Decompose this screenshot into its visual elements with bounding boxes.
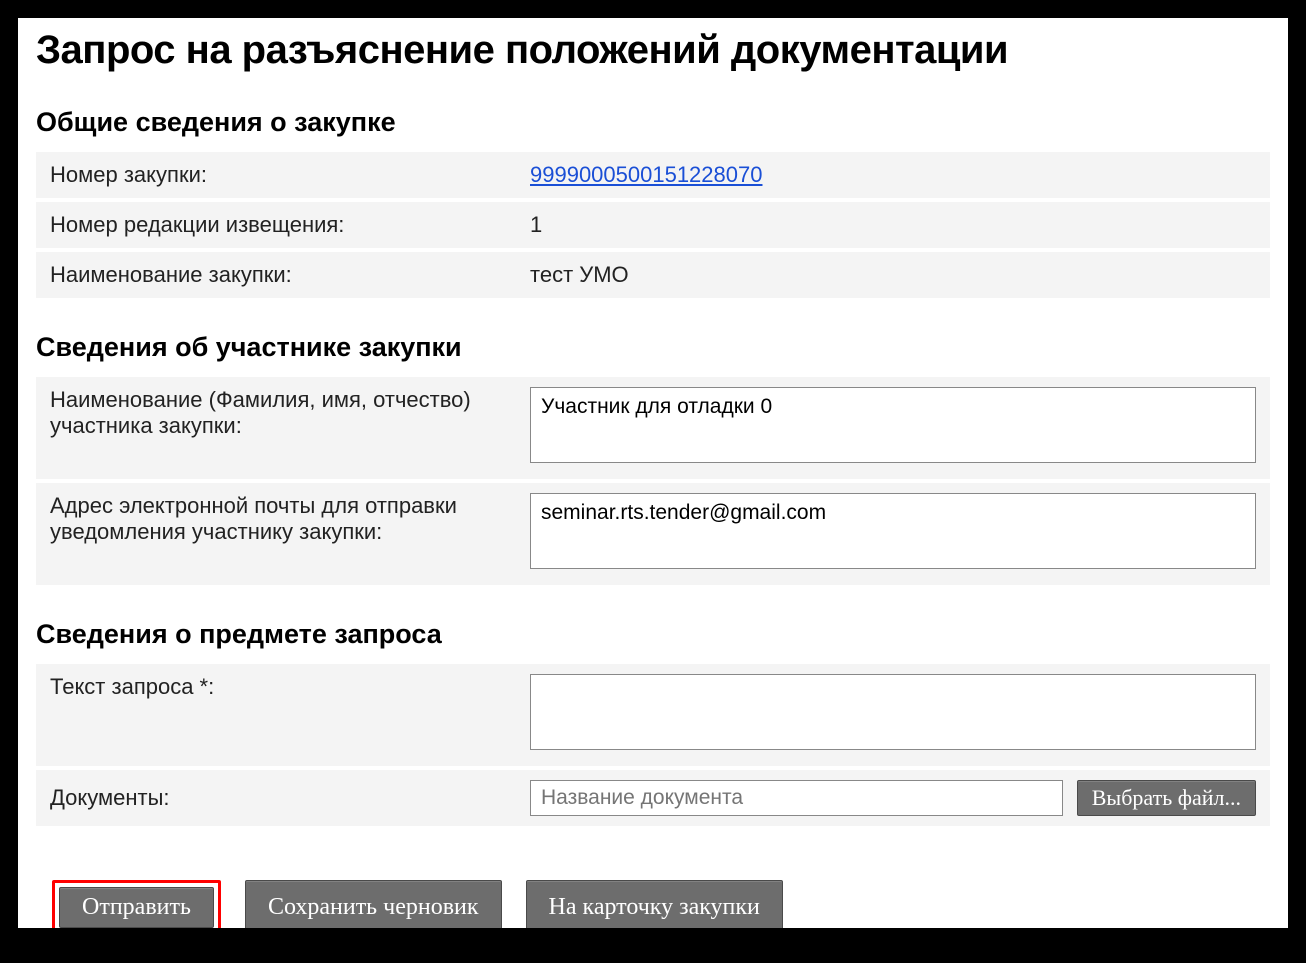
input-document-name[interactable] bbox=[530, 780, 1063, 816]
page-title: Запрос на разъяснение положений документ… bbox=[36, 28, 1270, 73]
label-purchase-number: Номер закупки: bbox=[50, 162, 530, 188]
label-participant-name: Наименование (Фамилия, имя, отчество) уч… bbox=[50, 387, 530, 469]
link-purchase-number[interactable]: 9999000500151228070 bbox=[530, 162, 762, 187]
to-purchase-card-button[interactable]: На карточку закупки bbox=[526, 880, 783, 929]
textarea-participant-name[interactable] bbox=[530, 387, 1256, 463]
save-draft-button[interactable]: Сохранить черновик bbox=[245, 880, 502, 929]
row-participant-name: Наименование (Фамилия, имя, отчество) уч… bbox=[36, 377, 1270, 479]
row-documents: Документы: Выбрать файл... bbox=[36, 766, 1270, 826]
section-request-heading: Сведения о предмете запроса bbox=[36, 619, 1270, 650]
footer-actions: Отправить Сохранить черновик На карточку… bbox=[36, 880, 1270, 929]
section-request-panel: Текст запроса *: Документы: Выбрать файл… bbox=[36, 664, 1270, 826]
label-request-text: Текст запроса *: bbox=[50, 674, 530, 756]
label-purchase-name: Наименование закупки: bbox=[50, 262, 530, 288]
section-participant-heading: Сведения об участнике закупки bbox=[36, 332, 1270, 363]
section-general-panel: Номер закупки: 9999000500151228070 Номер… bbox=[36, 152, 1270, 298]
row-request-text: Текст запроса *: bbox=[36, 664, 1270, 766]
section-general-heading: Общие сведения о закупке bbox=[36, 107, 1270, 138]
label-documents: Документы: bbox=[50, 785, 530, 811]
textarea-request-text[interactable] bbox=[530, 674, 1256, 750]
label-notice-revision: Номер редакции извещения: bbox=[50, 212, 530, 238]
textarea-participant-email[interactable] bbox=[530, 493, 1256, 569]
section-participant-panel: Наименование (Фамилия, имя, отчество) уч… bbox=[36, 377, 1270, 585]
submit-button[interactable]: Отправить bbox=[59, 887, 214, 928]
value-notice-revision: 1 bbox=[530, 212, 1256, 238]
row-purchase-name: Наименование закупки: тест УМО bbox=[36, 248, 1270, 298]
row-purchase-number: Номер закупки: 9999000500151228070 bbox=[36, 152, 1270, 198]
value-purchase-name: тест УМО bbox=[530, 262, 1256, 288]
row-participant-email: Адрес электронной почты для отправки уве… bbox=[36, 479, 1270, 585]
submit-highlight-frame: Отправить bbox=[52, 880, 221, 929]
form-container: Запрос на разъяснение положений документ… bbox=[17, 17, 1289, 929]
choose-file-button[interactable]: Выбрать файл... bbox=[1077, 780, 1256, 816]
row-notice-revision: Номер редакции извещения: 1 bbox=[36, 198, 1270, 248]
label-participant-email: Адрес электронной почты для отправки уве… bbox=[50, 493, 530, 575]
